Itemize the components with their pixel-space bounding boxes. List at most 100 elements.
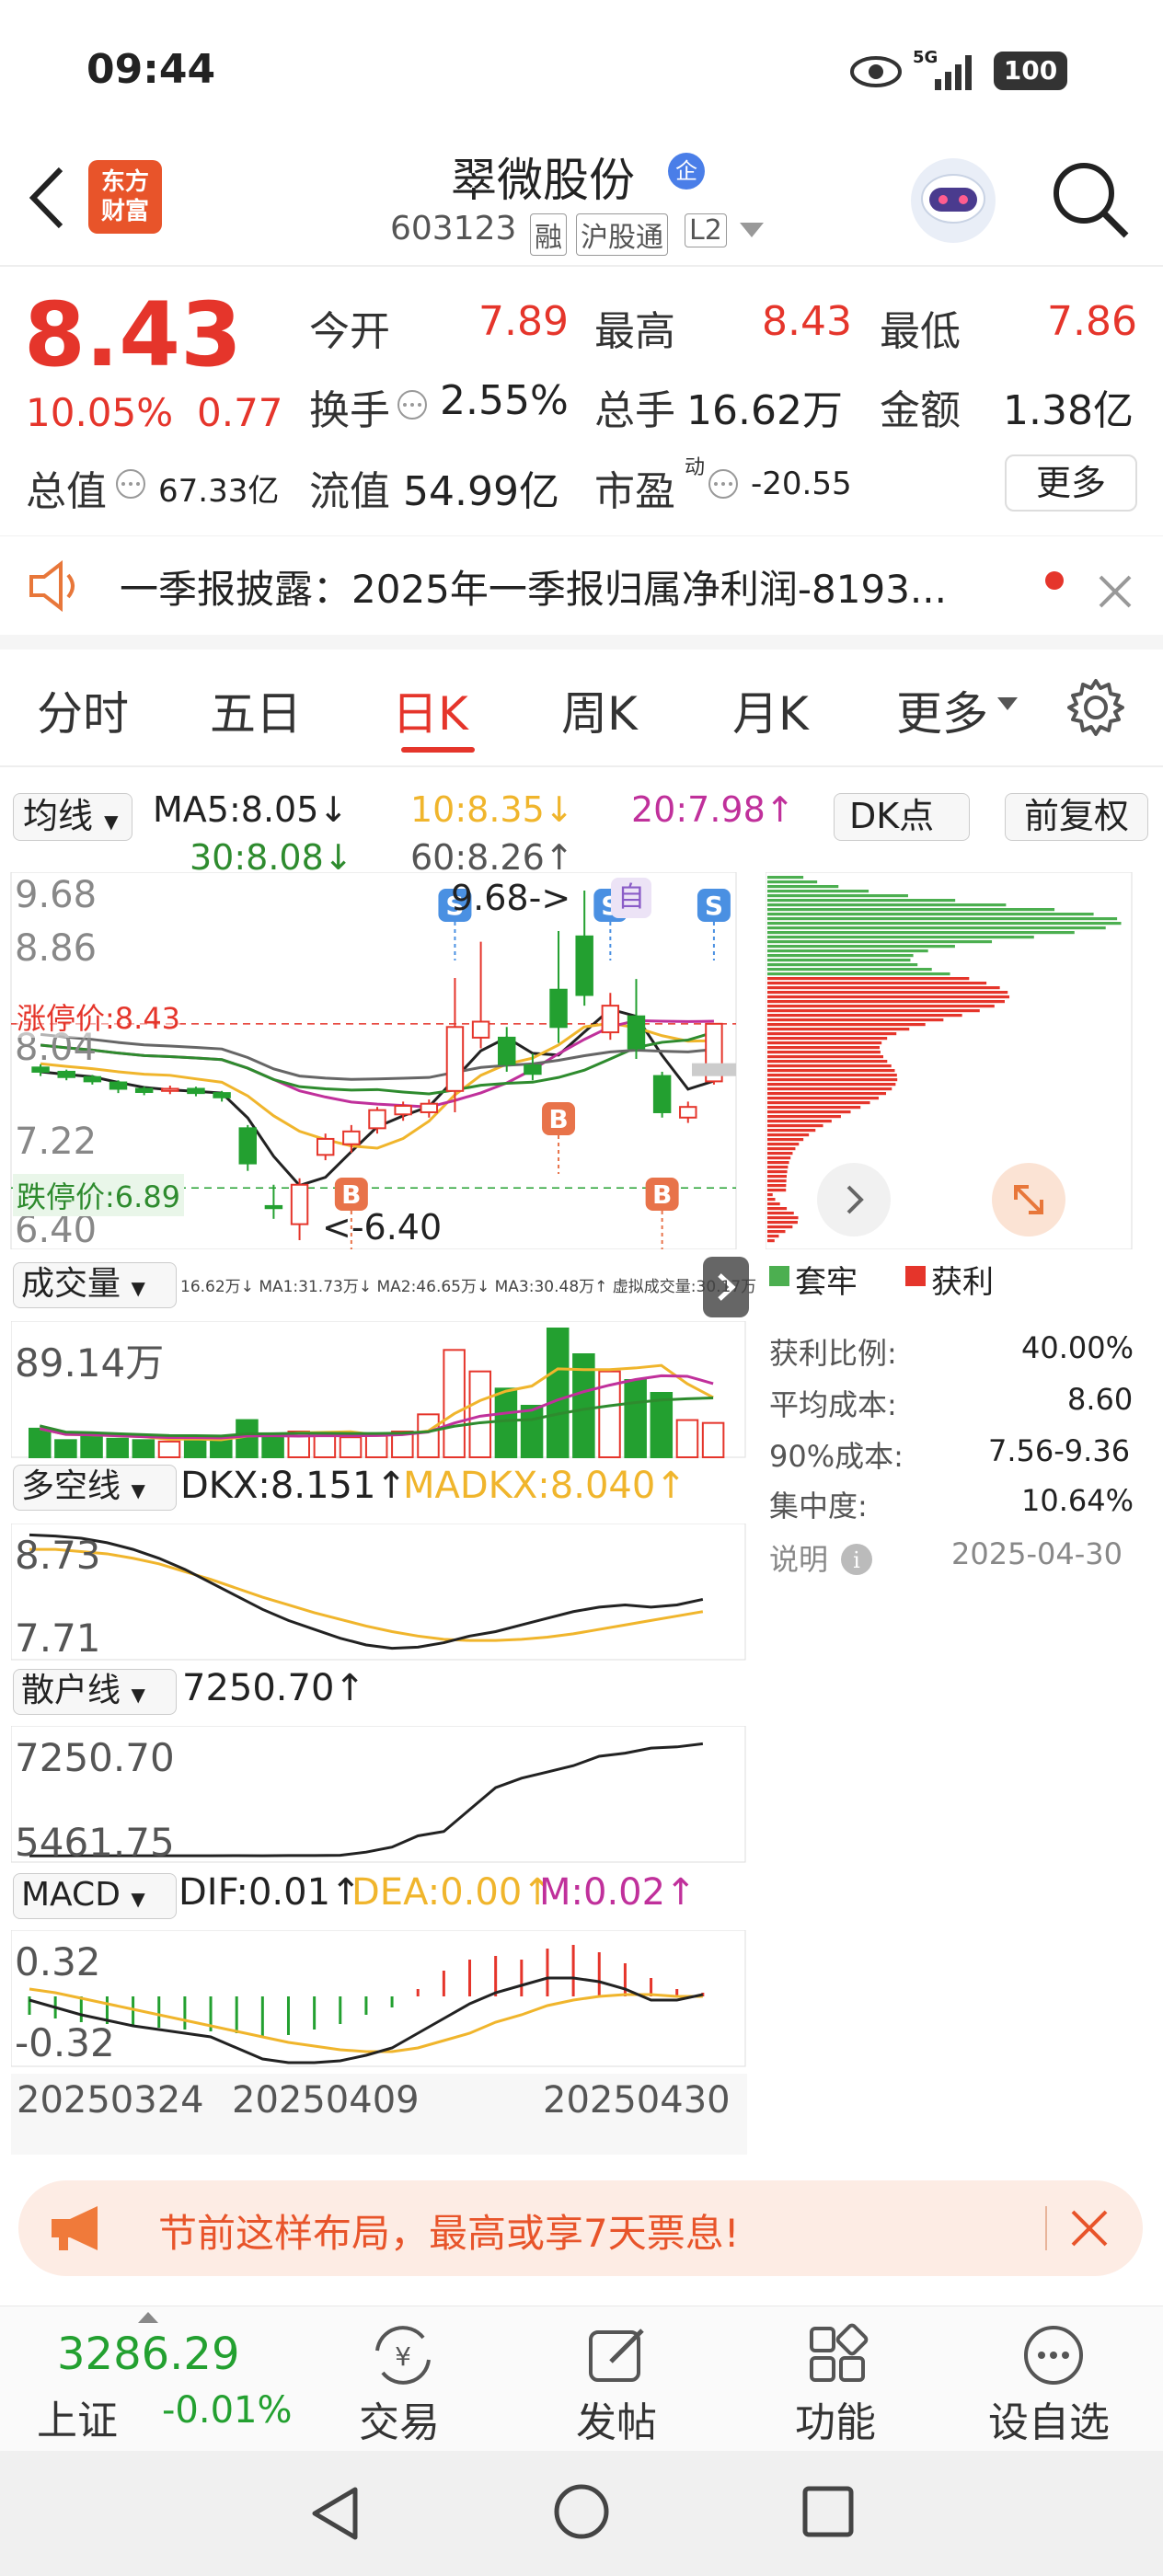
chip-bar xyxy=(767,1018,944,1022)
nav-post[interactable]: 发帖 xyxy=(576,2389,657,2448)
adjust-button[interactable]: 前复权 xyxy=(1005,793,1148,841)
ma-selector[interactable]: 均线 ▼ xyxy=(13,793,132,841)
chip-next-button[interactable] xyxy=(817,1163,891,1236)
candle xyxy=(187,1087,205,1095)
macd-chart[interactable] xyxy=(11,1930,747,2068)
chip-row-label: 平均成本: xyxy=(769,1387,897,1422)
notice-bar[interactable]: 一季报披露：2025年一季报归属净利润-8193... xyxy=(0,535,1163,635)
volume-selector[interactable]: 成交量 ▼ xyxy=(13,1262,177,1308)
chip-bar xyxy=(767,1037,888,1041)
tab-more[interactable]: 更多 xyxy=(896,677,988,743)
dkx-selector[interactable]: 多空线 ▼ xyxy=(13,1465,177,1511)
candle xyxy=(109,1081,128,1090)
volume-bar xyxy=(29,1427,52,1458)
nav-trade[interactable]: 交易 xyxy=(359,2389,440,2448)
svg-text:i: i xyxy=(853,1547,860,1573)
volume-bar xyxy=(80,1434,103,1458)
kline-section: 均线 ▼ MA5:8.05↓ 10:8.35↓ 20:7.98↑ 30:8.08… xyxy=(0,769,1163,2158)
candle xyxy=(238,1127,257,1165)
chip-bar xyxy=(767,982,987,985)
chip-bar xyxy=(767,1184,787,1188)
info-dots-icon[interactable] xyxy=(707,467,740,500)
chip-bar xyxy=(767,931,1075,935)
tab-intraday[interactable]: 分时 xyxy=(37,677,129,743)
expand-up-icon[interactable] xyxy=(138,2312,158,2323)
stat-turnover-value: 2.55% xyxy=(440,377,569,424)
macd-dea: DEA:0.00↑ xyxy=(351,1871,553,1914)
madkx-value: MADKX:8.040↑ xyxy=(403,1465,686,1507)
current-price: 8.43 xyxy=(24,283,242,386)
change-percent: 10.05% xyxy=(26,390,174,435)
volume-bar xyxy=(261,1433,284,1459)
info-icon[interactable]: i xyxy=(839,1542,874,1577)
stat-amount-label: 金额 xyxy=(880,387,961,434)
nav-add-watchlist[interactable]: 设自选 xyxy=(988,2389,1110,2448)
chip-note-label[interactable]: 说明 xyxy=(769,1536,828,1579)
tab-five-day[interactable]: 五日 xyxy=(210,677,302,743)
chip-bar xyxy=(767,903,1007,907)
dk-point-button[interactable]: DK点 xyxy=(834,793,970,841)
dkx-y-top: 8.73 xyxy=(15,1533,101,1578)
chip-bar xyxy=(767,913,1094,916)
enterprise-badge: 企 xyxy=(668,153,705,190)
chip-bar xyxy=(767,991,1008,995)
chip-bar xyxy=(767,1189,787,1192)
app-logo[interactable]: 东方 财富 xyxy=(88,160,162,234)
tab-monthly-k[interactable]: 月K xyxy=(732,677,809,743)
chip-bar xyxy=(767,1161,789,1165)
volume-bar xyxy=(132,1439,155,1458)
info-dots-icon[interactable] xyxy=(114,467,147,500)
chip-bar xyxy=(767,880,818,884)
candle xyxy=(57,1070,75,1078)
expand-button[interactable] xyxy=(992,1163,1065,1236)
more-button[interactable]: 更多 xyxy=(1005,454,1137,512)
robot-avatar-icon[interactable] xyxy=(907,155,999,247)
search-icon[interactable] xyxy=(1049,158,1132,241)
quote-panel: 8.43 10.05% 0.77 今开 7.89 最高 8.43 最低 7.86… xyxy=(0,269,1163,535)
ma-selector-label: 均线 xyxy=(23,796,94,836)
chip-bar xyxy=(767,1225,793,1229)
home-circle-icon[interactable] xyxy=(552,2482,611,2541)
chip-bar xyxy=(767,917,1118,921)
candle xyxy=(342,1130,361,1145)
stock-name: 翠微股份 xyxy=(451,154,635,207)
tab-weekly-k[interactable]: 周K xyxy=(561,677,638,743)
index-value[interactable]: 3286.29 xyxy=(57,2329,240,2380)
chip-bar xyxy=(767,1078,898,1082)
chip-bar xyxy=(767,1152,793,1156)
back-triangle-icon[interactable] xyxy=(307,2484,363,2543)
info-dots-icon[interactable] xyxy=(396,388,429,421)
back-icon[interactable] xyxy=(26,164,66,232)
dkx-chart[interactable] xyxy=(11,1524,747,1662)
close-icon[interactable] xyxy=(1069,2208,1110,2248)
chip-bar xyxy=(767,1009,980,1013)
trade-icon: ¥ xyxy=(375,2326,431,2385)
chip-bar xyxy=(767,1166,789,1169)
chip-bar xyxy=(767,1138,804,1142)
change-amount: 0.77 xyxy=(197,390,283,435)
close-icon[interactable] xyxy=(1097,573,1134,610)
settings-gear-icon[interactable] xyxy=(1065,677,1126,738)
chip-bar xyxy=(767,972,950,976)
eye-icon xyxy=(850,56,902,87)
self-select-badge[interactable]: 自 xyxy=(611,878,651,918)
macd-selector[interactable]: MACD ▼ xyxy=(13,1873,177,1919)
dropdown-icon: ▼ xyxy=(104,811,119,833)
buy-marker-label: B xyxy=(652,1179,672,1210)
retail-selector[interactable]: 散户线 ▼ xyxy=(13,1669,177,1715)
dropdown-icon[interactable] xyxy=(740,223,764,239)
candle xyxy=(161,1087,179,1092)
nav-functions[interactable]: 功能 xyxy=(795,2389,876,2448)
y-label-top: 9.68 xyxy=(15,874,98,916)
candle xyxy=(290,1183,309,1225)
tab-daily-k[interactable]: 日K xyxy=(392,677,468,743)
chip-row-value: 10.64% xyxy=(1021,1483,1134,1518)
system-nav-bar xyxy=(0,2451,1163,2576)
stat-volume-label: 总手 xyxy=(594,387,675,434)
stat-open-value: 7.89 xyxy=(478,298,569,345)
index-name[interactable]: 上证 xyxy=(37,2387,118,2446)
stat-high-label: 最高 xyxy=(594,308,675,355)
promo-banner[interactable]: 节前这样布局，最高或享7天票息! xyxy=(18,2180,1143,2276)
chip-bar xyxy=(767,885,839,889)
recents-square-icon[interactable] xyxy=(800,2484,856,2539)
